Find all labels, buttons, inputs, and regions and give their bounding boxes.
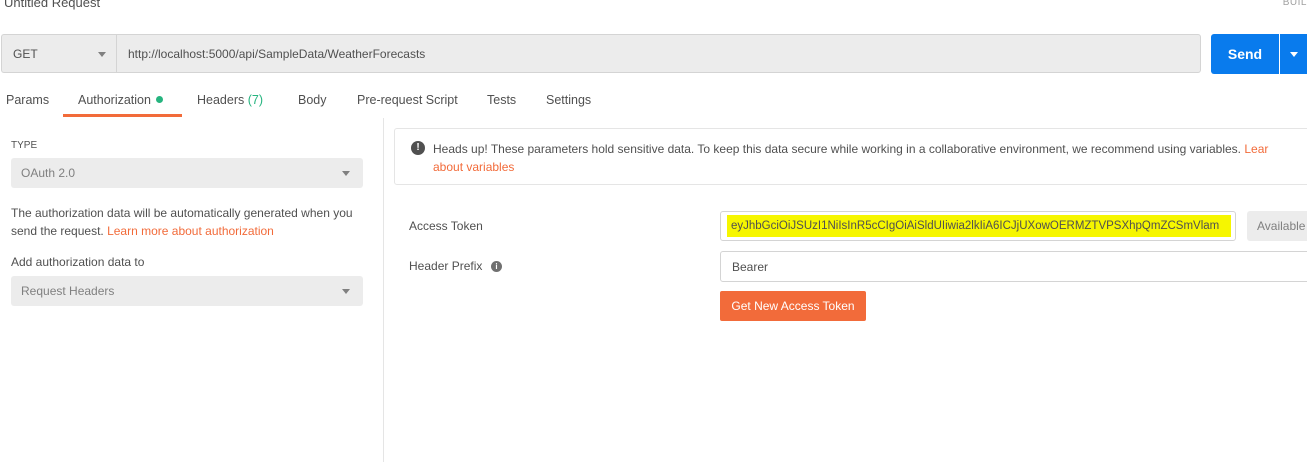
chevron-down-icon (342, 171, 350, 176)
request-title[interactable]: Untitled Request (4, 0, 100, 10)
header-prefix-input[interactable] (720, 251, 1307, 282)
available-tokens-select[interactable]: Available (1247, 211, 1307, 241)
learn-more-authorization-link[interactable]: Learn more about authorization (107, 224, 274, 238)
tab-pre-request-script[interactable]: Pre-request Script (357, 93, 458, 107)
tab-authorization[interactable]: Authorization (78, 93, 163, 107)
header-prefix-label: Header Prefix (409, 259, 483, 273)
tab-headers[interactable]: Headers (7) (197, 93, 263, 107)
access-token-input[interactable]: eyJhbGciOiJSUzI1NiIsInR5cCIgOiAiSldUIiwi… (720, 211, 1236, 241)
chevron-down-icon (342, 289, 350, 294)
access-token-label: Access Token (409, 219, 483, 233)
chevron-down-icon (1290, 52, 1298, 57)
get-new-access-token-button[interactable]: Get New Access Token (720, 291, 866, 321)
warning-text: Heads up! These parameters hold sensitiv… (433, 140, 1307, 176)
tab-tests[interactable]: Tests (487, 93, 516, 107)
exclamation-icon: ! (411, 141, 425, 155)
add-to-label: Add authorization data to (11, 255, 145, 269)
method-value: GET (13, 46, 38, 61)
status-dot-icon (155, 96, 163, 103)
auth-help-text: The authorization data will be automatic… (11, 204, 363, 240)
auth-type-select[interactable]: OAuth 2.0 (11, 158, 363, 188)
active-tab-indicator (63, 114, 182, 117)
info-icon[interactable]: i (491, 261, 502, 272)
tab-label: Authorization (78, 93, 151, 107)
url-input[interactable] (116, 34, 1201, 73)
build-label[interactable]: BUIL (1283, 0, 1307, 8)
auth-type-value: OAuth 2.0 (21, 166, 76, 180)
tab-params[interactable]: Params (6, 93, 49, 107)
panel-divider (383, 118, 384, 462)
learn-variables-link-cont[interactable]: about variables (433, 160, 514, 174)
send-button[interactable]: Send (1211, 34, 1279, 74)
learn-variables-link[interactable]: Lear (1244, 142, 1268, 156)
type-label: TYPE (11, 140, 38, 151)
method-select[interactable]: GET (1, 34, 116, 73)
tab-label: Headers (197, 93, 245, 107)
add-to-value: Request Headers (21, 284, 115, 298)
send-options-button[interactable] (1280, 34, 1307, 74)
warning-message: Heads up! These parameters hold sensitiv… (433, 142, 1241, 156)
add-to-select[interactable]: Request Headers (11, 276, 363, 306)
tab-body[interactable]: Body (298, 93, 327, 107)
tab-settings[interactable]: Settings (546, 93, 591, 107)
headers-count: (7) (247, 93, 264, 107)
access-token-value: eyJhbGciOiJSUzI1NiIsInR5cCIgOiAiSldUIiwi… (727, 215, 1231, 237)
chevron-down-icon (98, 52, 106, 57)
